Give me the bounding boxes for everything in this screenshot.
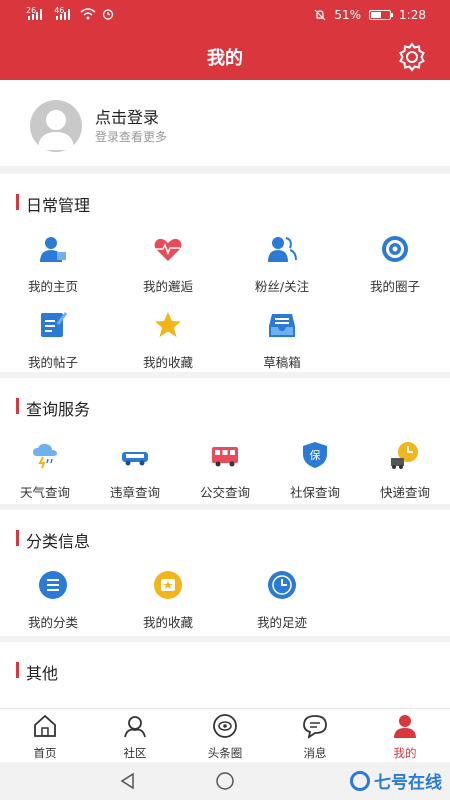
home-button-icon[interactable] <box>215 771 235 791</box>
homepage-icon <box>40 237 66 262</box>
watermark: 七号在线 <box>350 768 442 793</box>
section-daily: 日常管理 我的主页 我的邂逅 粉丝/关注 我的圈子 我的帖子 我的收藏 草稿箱 <box>0 174 450 372</box>
community-icon <box>124 716 146 738</box>
fans-icon <box>268 237 297 262</box>
item-drafts[interactable]: 草稿箱 <box>237 310 327 371</box>
gear-icon[interactable] <box>396 41 428 73</box>
wifi-icon <box>80 8 96 20</box>
status-bar: 26 46 51% 1:28 <box>0 0 450 32</box>
login-panel[interactable]: 点击登录 登录查看更多 <box>0 80 450 166</box>
home-icon <box>34 714 56 737</box>
section-title: 查询服务 <box>16 396 90 420</box>
signal-icon-2 <box>56 8 72 20</box>
item-my-homepage[interactable]: 我的主页 <box>8 234 98 295</box>
alarm-icon <box>103 9 114 20</box>
target-icon <box>382 236 408 262</box>
battery-percent: 51% <box>334 8 362 22</box>
bottom-tab-bar: 首页 社区 头条圈 消息 我的 <box>0 708 450 762</box>
section-title: 日常管理 <box>16 192 90 216</box>
star-icon <box>155 312 181 337</box>
tab-headlines[interactable]: 头条圈 <box>180 713 270 761</box>
item-my-footprint[interactable]: 我的足迹 <box>237 570 327 631</box>
item-my-favorites[interactable]: 我的收藏 <box>123 310 213 371</box>
section-classified: 分类信息 我的分类 我的收藏 我的足迹 <box>0 510 450 636</box>
clock-icon <box>268 571 296 599</box>
watermark-logo-icon <box>350 770 370 791</box>
weather-icon <box>33 443 57 469</box>
item-my-circle[interactable]: 我的圈子 <box>350 234 440 295</box>
list-icon <box>39 571 67 599</box>
section-query: 查询服务 天气查询 违章查询 公交查询 保 社保查询 快递查询 <box>0 378 450 504</box>
edit-post-icon <box>41 312 68 337</box>
avatar[interactable] <box>30 100 82 152</box>
tab-mine[interactable]: 我的 <box>360 713 450 761</box>
item-my-encounter[interactable]: 我的邂逅 <box>123 234 213 295</box>
section-title: 其他 <box>16 660 58 684</box>
item-express[interactable]: 快递查询 <box>360 440 450 501</box>
login-title[interactable]: 点击登录 <box>95 104 159 128</box>
user-icon <box>394 715 416 738</box>
bus-icon <box>212 447 238 467</box>
tab-community[interactable]: 社区 <box>90 713 180 761</box>
title-bar: 我的 <box>0 32 450 80</box>
collection-icon <box>154 571 182 599</box>
item-social-security[interactable]: 保 社保查询 <box>270 440 360 501</box>
item-my-collection[interactable]: 我的收藏 <box>123 570 213 631</box>
back-icon[interactable] <box>118 771 138 791</box>
tab-messages[interactable]: 消息 <box>270 713 360 761</box>
clock: 1:28 <box>399 8 426 22</box>
section-other: 其他 <box>0 642 450 712</box>
section-title: 分类信息 <box>16 528 90 552</box>
shield-icon: 保 <box>303 442 327 468</box>
battery-icon <box>369 10 394 20</box>
heart-icon <box>154 238 182 261</box>
tab-home[interactable]: 首页 <box>0 713 90 761</box>
mute-icon <box>314 9 326 21</box>
page-title: 我的 <box>207 48 243 69</box>
item-my-posts[interactable]: 我的帖子 <box>8 310 98 371</box>
headline-icon <box>213 714 237 738</box>
item-my-category[interactable]: 我的分类 <box>8 570 98 631</box>
item-fans-follow[interactable]: 粉丝/关注 <box>237 234 327 295</box>
message-icon <box>303 715 327 739</box>
svg-text:保: 保 <box>310 448 321 462</box>
item-weather[interactable]: 天气查询 <box>0 440 90 501</box>
car-icon <box>122 452 148 466</box>
inbox-icon <box>269 314 295 337</box>
item-violation[interactable]: 违章查询 <box>90 440 180 501</box>
delivery-icon <box>391 442 418 469</box>
signal-icon <box>28 8 44 20</box>
login-subtitle: 登录查看更多 <box>95 130 168 144</box>
item-bus[interactable]: 公交查询 <box>180 440 270 501</box>
